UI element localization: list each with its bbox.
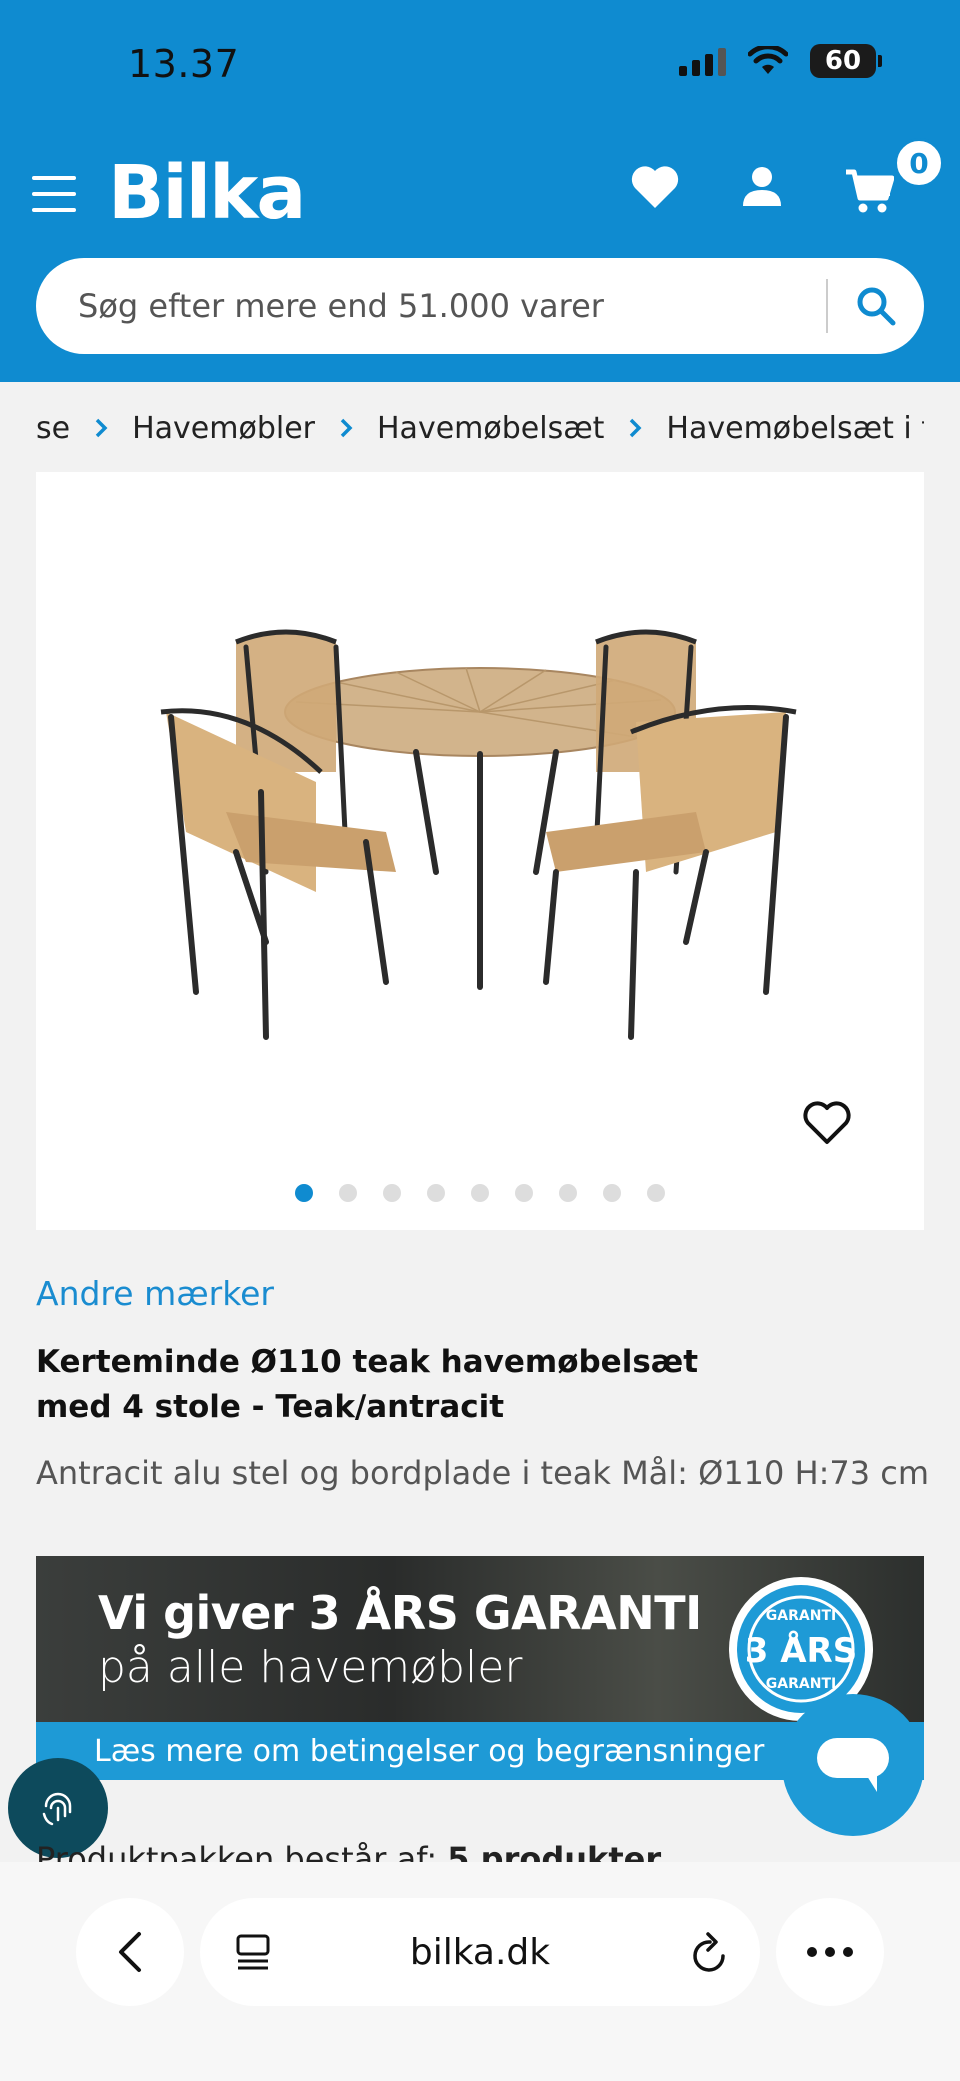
account-icon[interactable] [740, 164, 784, 210]
browser-toolbar: bilka.dk [0, 1862, 960, 2081]
gallery-pagination-dots[interactable] [36, 1184, 924, 1202]
more-dots-icon [807, 1947, 853, 1957]
status-time: 13.37 [128, 42, 240, 86]
warranty-badge-main-text: 3 ÅRS [745, 1630, 857, 1671]
product-brand-link[interactable]: Andre mærker [36, 1274, 274, 1313]
chat-button[interactable] [782, 1694, 924, 1836]
breadcrumb-item[interactable]: Havemøbelsæt [377, 411, 604, 446]
more-options-button[interactable] [776, 1898, 884, 2006]
chat-bubble-icon [817, 1738, 889, 1792]
warranty-badge-top-text: GARANTI [766, 1608, 836, 1624]
cart-count-badge[interactable]: 0 [894, 138, 944, 188]
product-title: Kerteminde Ø110 teak havemøbelsæt med 4 … [36, 1344, 699, 1425]
menu-icon[interactable] [32, 176, 76, 212]
fingerprint-icon [42, 1792, 72, 1826]
back-button[interactable] [76, 1898, 184, 2006]
search-icon [857, 287, 896, 326]
gallery-dot[interactable] [515, 1184, 533, 1202]
back-arrow-icon [119, 1932, 141, 1972]
site-header: 13.37 60 Bilka 0 Søg efter mere end 51.0… [0, 0, 960, 382]
search-button[interactable] [828, 258, 924, 354]
gallery-dot[interactable] [603, 1184, 621, 1202]
reload-icon[interactable] [690, 1930, 730, 1974]
gallery-dot[interactable] [647, 1184, 665, 1202]
product-image [160, 629, 797, 1040]
status-icons: 60 [679, 44, 882, 78]
cart-icon[interactable] [844, 168, 894, 214]
product-subtitle: Antracit alu stel og bordplade i teak Må… [36, 1454, 930, 1492]
banner-headline: Vi giver 3 ÅRS GARANTI [98, 1586, 702, 1640]
chevron-right-icon [339, 417, 353, 439]
tabs-icon[interactable] [234, 1932, 274, 1972]
chevron-right-icon [628, 417, 642, 439]
wifi-icon [748, 46, 788, 74]
chevron-right-icon [94, 417, 108, 439]
breadcrumb-item[interactable]: Havemøbelsæt i træ [666, 411, 924, 446]
warranty-badge-bottom-text: GARANTI [766, 1676, 836, 1692]
url-text[interactable]: bilka.dk [200, 1932, 760, 1973]
gallery-dot[interactable] [559, 1184, 577, 1202]
bilka-logo[interactable]: Bilka [108, 150, 306, 236]
gallery-dot[interactable] [427, 1184, 445, 1202]
breadcrumb-item[interactable]: Havemøbler [132, 411, 315, 446]
wishlist-heart-icon[interactable] [630, 164, 680, 210]
gallery-dot[interactable] [339, 1184, 357, 1202]
gallery-dot[interactable] [383, 1184, 401, 1202]
signal-icon [679, 46, 726, 76]
product-image-gallery[interactable] [36, 472, 924, 1230]
battery-indicator: 60 [810, 44, 882, 78]
banner-subheadline: på alle havemøbler [98, 1642, 523, 1693]
address-bar[interactable]: bilka.dk [200, 1898, 760, 2006]
gallery-dot[interactable] [471, 1184, 489, 1202]
search-input[interactable]: Søg efter mere end 51.000 varer [36, 287, 826, 325]
breadcrumb-item[interactable]: se [36, 411, 70, 446]
search-bar[interactable]: Søg efter mere end 51.000 varer [36, 258, 924, 354]
breadcrumb: se Havemøbler Havemøbelsæt Havemøbelsæt … [36, 400, 924, 456]
add-to-wishlist-heart-icon[interactable] [802, 1100, 852, 1146]
gallery-dot[interactable] [295, 1184, 313, 1202]
